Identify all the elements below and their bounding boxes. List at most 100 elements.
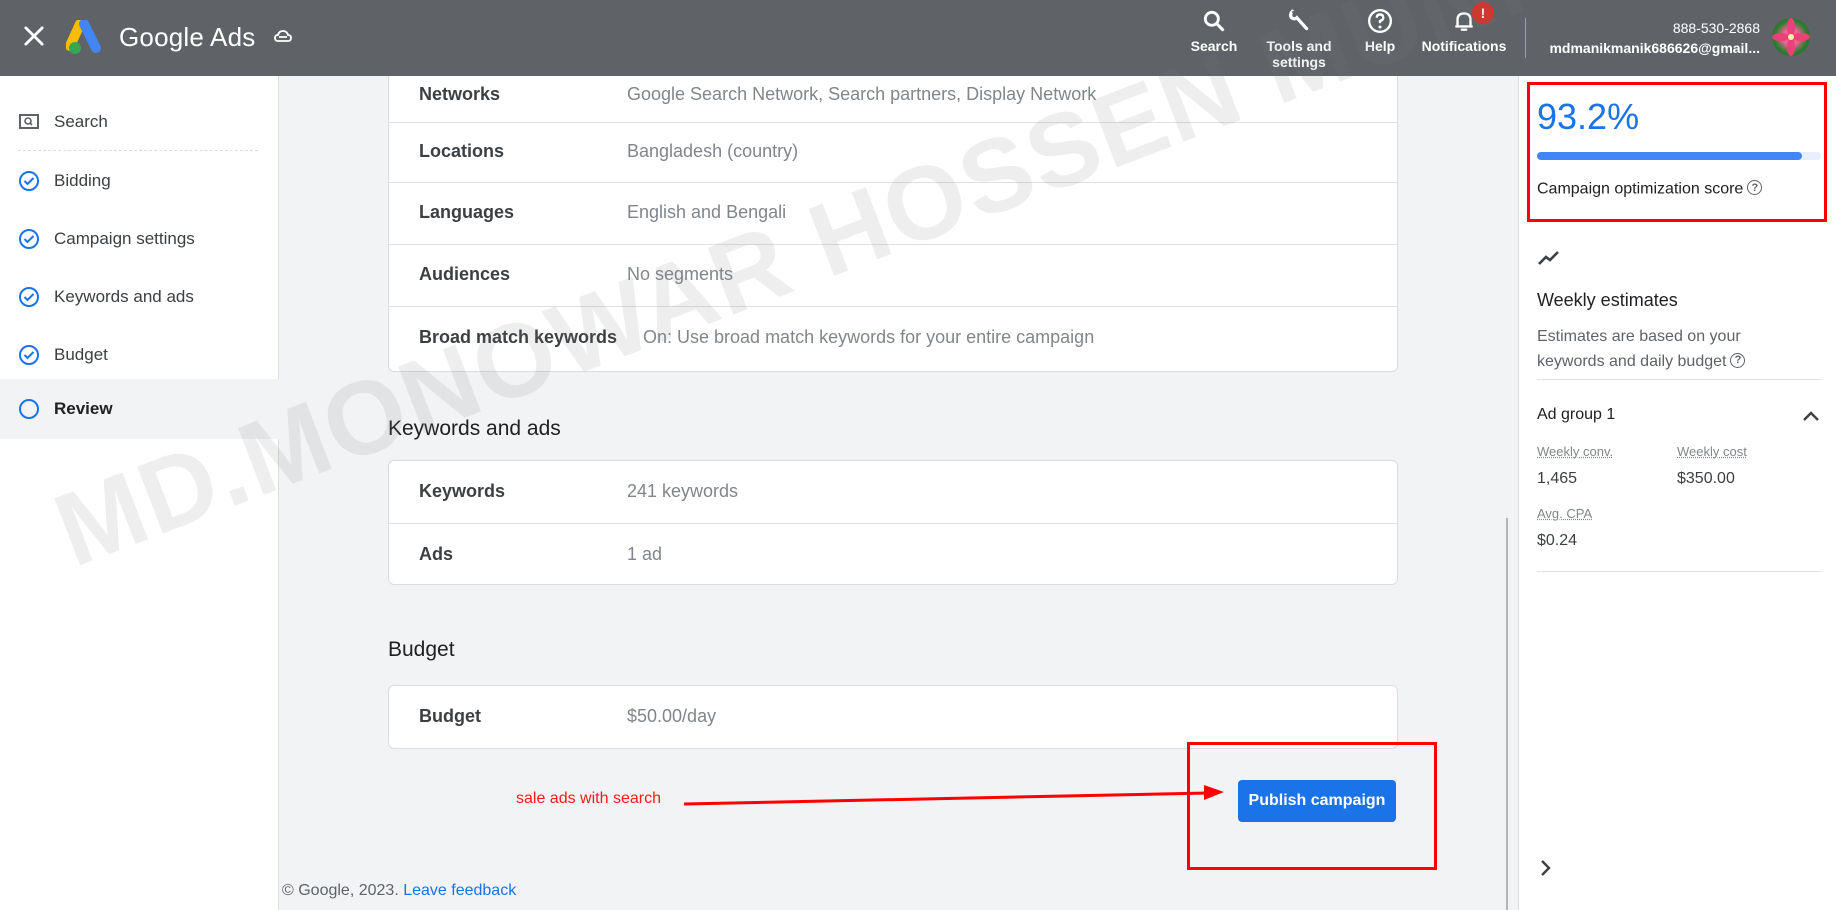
- nav-divider: [18, 150, 258, 151]
- help-label: Help: [1364, 38, 1396, 54]
- metric-weekly-conv-label[interactable]: Weekly conv.: [1537, 444, 1613, 459]
- settings-row-languages[interactable]: Languages English and Bengali: [389, 182, 1397, 243]
- row-value: No segments: [627, 264, 734, 284]
- check-circle-icon: [19, 171, 39, 191]
- tools-label-line1: Tools and: [1266, 38, 1332, 54]
- keywords-row[interactable]: Keywords 241 keywords: [389, 461, 1397, 522]
- tools-label-line2: settings: [1272, 54, 1326, 70]
- row-value: On: Use broad match keywords for your en…: [643, 327, 1095, 347]
- app-title: Google Ads: [119, 22, 256, 52]
- account-phone: 888-530-2868: [1672, 20, 1760, 36]
- row-key: Locations: [419, 141, 505, 161]
- header-divider: [1525, 18, 1526, 58]
- nav-item-label: Campaign settings: [54, 229, 195, 248]
- nav-item-label: Budget: [54, 345, 108, 364]
- nav-item-label: Keywords and ads: [54, 287, 194, 306]
- ads-row[interactable]: Ads 1 ad: [389, 523, 1397, 584]
- cloud-sync-icon: [274, 30, 292, 42]
- avatar[interactable]: [1772, 18, 1810, 56]
- nav-item-budget[interactable]: Budget: [0, 327, 279, 383]
- row-key: Audiences: [419, 264, 511, 284]
- copyright-text: © Google, 2023.: [282, 882, 399, 899]
- optimization-score-label: Campaign optimization score?: [1537, 180, 1763, 199]
- row-value: 241 keywords: [627, 481, 739, 501]
- keywords-and-ads-card: Keywords 241 keywords Ads 1 ad: [388, 460, 1398, 585]
- section-title-budget: Budget: [388, 638, 455, 661]
- leave-feedback-link[interactable]: Leave feedback: [403, 882, 516, 899]
- nav-item-campaign-settings[interactable]: Campaign settings: [0, 211, 279, 267]
- google-ads-logo: [65, 19, 106, 56]
- section-title-keywords-and-ads: Keywords and ads: [388, 417, 561, 440]
- optimization-score-value: 93.2%: [1537, 96, 1640, 137]
- row-key: Networks: [419, 84, 501, 104]
- notification-badge: !: [1472, 2, 1494, 24]
- metric-avg-cpa-label[interactable]: Avg. CPA: [1537, 506, 1592, 521]
- help-circle-icon[interactable]: ?: [1730, 353, 1746, 368]
- panel-divider: [1537, 571, 1821, 572]
- help-circle-icon[interactable]: ?: [1747, 180, 1763, 195]
- panel-divider: [1537, 379, 1821, 380]
- nav-item-review[interactable]: Review: [0, 379, 279, 439]
- check-circle-icon: [19, 287, 39, 307]
- campaign-steps-nav: Search Bidding Campaign settings Keyword…: [0, 76, 279, 910]
- row-value: Bangladesh (country): [627, 141, 799, 161]
- account-info[interactable]: 888-530-2868 mdmanikmanik686626@gmail...: [1549, 18, 1760, 58]
- help-button[interactable]: Help: [1354, 8, 1406, 54]
- search-label: Search: [1190, 38, 1238, 54]
- budget-row[interactable]: Budget $50.00/day: [389, 686, 1397, 748]
- row-key: Keywords: [419, 481, 506, 501]
- empty-circle-icon: [19, 399, 39, 419]
- optimization-side-panel: 93.2% Campaign optimization score? Weekl…: [1518, 76, 1836, 910]
- notifications-label: Notifications: [1421, 38, 1507, 54]
- publish-campaign-button[interactable]: Publish campaign: [1238, 780, 1396, 822]
- check-circle-icon: [19, 229, 39, 249]
- footer: © Google, 2023. Leave feedback: [282, 882, 516, 900]
- campaign-settings-card: Networks Google Search Network, Search p…: [388, 76, 1398, 372]
- notifications-button[interactable]: Notifications !: [1418, 2, 1510, 54]
- metric-weekly-cost-value: $350.00: [1677, 470, 1735, 487]
- row-value: English and Bengali: [627, 202, 787, 222]
- search-icon: [1203, 10, 1225, 32]
- metric-avg-cpa-value: $0.24: [1537, 532, 1578, 549]
- metric-weekly-conv-value: 1,465: [1537, 470, 1578, 487]
- row-value: $50.00/day: [627, 706, 717, 726]
- help-icon: [1367, 8, 1393, 34]
- search-campaign-icon: [19, 114, 39, 129]
- wrench-icon: [1288, 9, 1309, 31]
- weekly-desc-text: Estimates are based on your keywords and…: [1537, 328, 1741, 370]
- optimization-label-text: Campaign optimization score: [1537, 180, 1744, 198]
- nav-item-label: Review: [54, 399, 113, 418]
- close-button[interactable]: [20, 22, 48, 50]
- close-icon: [24, 26, 44, 46]
- weekly-estimates-title: Weekly estimates: [1537, 290, 1678, 310]
- nav-item-label: Bidding: [54, 171, 111, 190]
- budget-card: Budget $50.00/day: [388, 685, 1398, 749]
- optimization-score-bar-fill: [1537, 152, 1802, 160]
- metric-weekly-cost-label[interactable]: Weekly cost: [1677, 444, 1747, 459]
- account-email: mdmanikmanik686626@gmail...: [1549, 40, 1760, 56]
- row-key: Ads: [419, 544, 454, 564]
- flower-avatar-icon: [1772, 18, 1810, 56]
- top-app-bar: Google Ads Search Tools and settings Hel…: [0, 0, 1836, 76]
- settings-row-audiences[interactable]: Audiences No segments: [389, 244, 1397, 305]
- settings-row-broad-match[interactable]: Broad match keywords On: Use broad match…: [389, 306, 1397, 371]
- nav-item-label: Search: [54, 112, 108, 131]
- row-key: Languages: [419, 202, 515, 222]
- tools-and-settings-button[interactable]: Tools and settings: [1262, 8, 1336, 70]
- header-search-button[interactable]: Search: [1186, 8, 1242, 54]
- chevron-up-icon[interactable]: [1799, 406, 1823, 426]
- row-key: Budget: [419, 706, 481, 726]
- nav-item-bidding[interactable]: Bidding: [0, 153, 279, 209]
- row-value: 1 ad: [627, 544, 663, 564]
- scrollbar-thumb[interactable]: [1506, 518, 1508, 910]
- check-circle-icon: [19, 345, 39, 365]
- settings-row-networks[interactable]: Networks Google Search Network, Search p…: [389, 76, 1397, 121]
- nav-item-search[interactable]: Search: [0, 94, 279, 150]
- settings-row-locations[interactable]: Locations Bangladesh (country): [389, 122, 1397, 181]
- optimization-score-bar: [1537, 152, 1821, 160]
- row-key: Broad match keywords: [419, 327, 618, 347]
- chevron-right-icon[interactable]: [1537, 856, 1555, 880]
- ad-group-name: Ad group 1: [1537, 406, 1616, 423]
- review-content: Networks Google Search Network, Search p…: [280, 76, 1508, 910]
- nav-item-keywords-and-ads[interactable]: Keywords and ads: [0, 269, 279, 325]
